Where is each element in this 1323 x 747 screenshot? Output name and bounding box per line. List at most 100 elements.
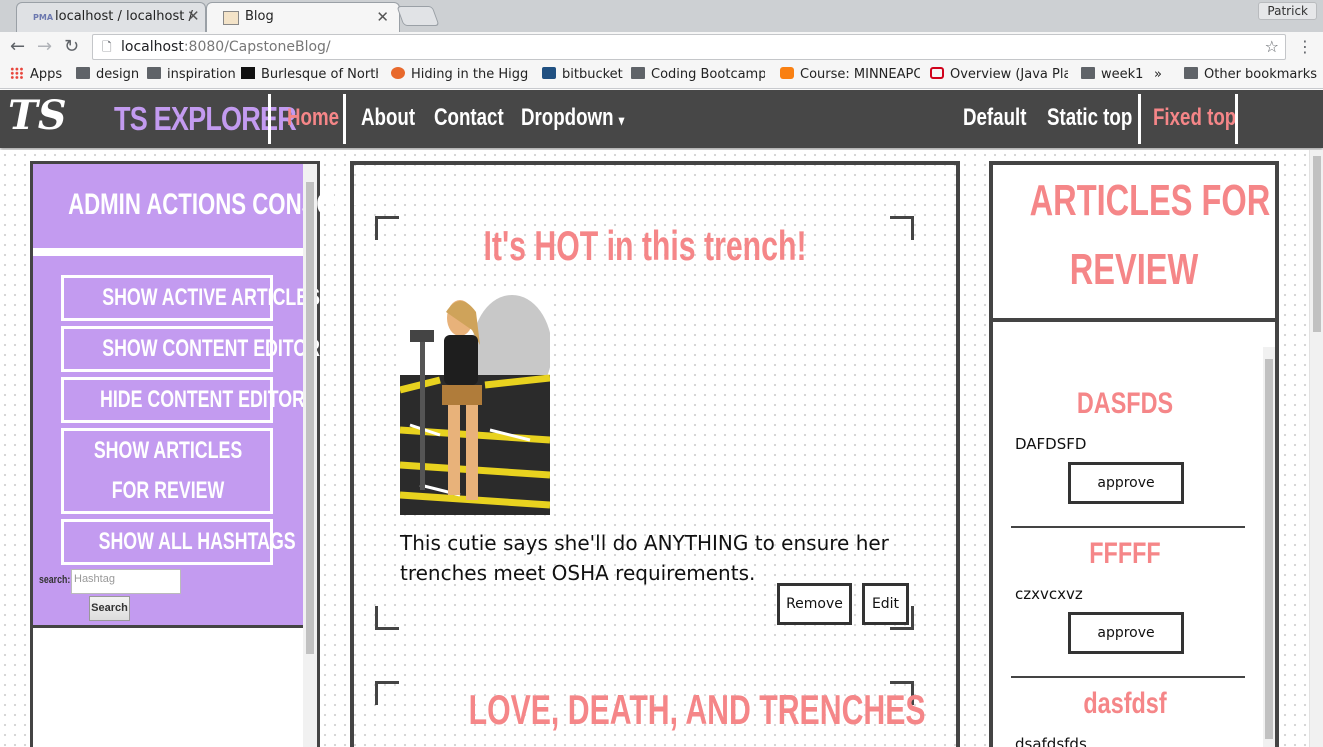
close-tab-icon[interactable]: ✕ [376,8,389,26]
bookmark-label: Hiding in the Higgs [411,67,529,82]
page-scrollbar[interactable] [1309,150,1323,747]
folder-icon [631,67,645,79]
folder-icon [1184,67,1198,79]
review-title-line2: REVIEW [1069,245,1199,294]
bookmark-label: Course: MINNEAPO [800,67,920,82]
admin-header: ADMIN ACTIONS CONSOLE [33,164,362,252]
show-content-editor-button[interactable]: SHOW CONTENT EDITOR [61,326,320,372]
bookmark-label: Coding Bootcamp: I [651,67,765,82]
bookmark-apps[interactable]: Apps [10,67,62,82]
article-title: It's HOT in this trench! [483,222,807,269]
scrollbar-thumb[interactable] [306,182,314,654]
bookmark-java-overview[interactable]: Overview (Java Pla [930,67,1068,82]
review-item-title: FFFFF [1089,537,1161,570]
bookmark-label: week1 [1101,67,1144,82]
nav-home[interactable]: Home [287,104,339,132]
caret-down-icon: ▾ [618,112,625,128]
review-item-title: DASFDS [1076,387,1174,420]
apps-grid-icon [10,67,24,79]
bookmark-label: design [96,67,140,82]
other-bookmarks[interactable]: Other bookmarks [1184,67,1317,82]
folder-icon [147,67,161,79]
bookmark-inspiration[interactable]: inspiration [147,67,236,82]
close-tab-icon[interactable]: ✕ [187,7,200,25]
tab-blog[interactable]: Blog ✕ [206,2,400,32]
review-item-title: dasfdsf [1083,687,1167,720]
oracle-icon [930,67,944,79]
nav-fixed-top[interactable]: Fixed top [1153,104,1236,132]
browser-toolbar: ← → ↻ 🗋 localhost:8080/CapstoneBlog/ ☆ ⋮ [0,32,1323,62]
bookmark-coding-bootcamp[interactable]: Coding Bootcamp: I [631,67,765,82]
new-tab-button[interactable] [396,6,440,26]
remove-article-button[interactable]: Remove [777,583,852,625]
bookmark-bitbucket[interactable]: bitbucket [542,67,623,82]
admin-panel-scrollbar[interactable] [303,164,317,747]
hide-content-editor-button[interactable]: HIDE CONTENT EDITOR [61,377,305,423]
approve-button[interactable]: approve [1068,462,1184,504]
button-label: SHOW ALL HASHTAGS [98,528,296,555]
bookmark-week1[interactable]: week1 [1081,67,1143,82]
tab-phpmyadmin[interactable]: PMA localhost / localhost / [16,2,206,32]
browser-menu-icon[interactable]: ⋮ [1297,37,1313,56]
bookmark-label: Apps [30,67,63,82]
button-label: HIDE CONTENT EDITOR [99,386,305,413]
nav-divider [268,94,271,144]
forward-arrow-icon[interactable]: → [37,36,52,57]
frame-corner [375,606,399,630]
nav-dropdown[interactable]: Dropdown ▾ [521,104,624,132]
back-arrow-icon[interactable]: ← [10,36,25,57]
bookmarks-overflow-button[interactable]: » [1154,67,1162,82]
search-button[interactable]: Search [89,596,130,621]
url-host: localhost [121,39,184,55]
show-active-articles-button[interactable]: SHOW ACTIVE ARTICLES [61,275,320,321]
site-favicon-icon [241,67,255,79]
bookmark-label: bitbucket [562,67,623,82]
review-header: ARTICLES FOR REVIEW [993,165,1275,322]
hashtag-search-input[interactable]: Hashtag [71,569,181,594]
nav-contact[interactable]: Contact [434,104,504,132]
reload-icon[interactable]: ↻ [64,36,79,57]
button-label: SHOW CONTENT EDITOR [102,335,320,362]
nav-dropdown-label: Dropdown [521,104,614,131]
review-item-text: DAFDSFD [1015,435,1087,453]
frame-corner [375,681,399,705]
bookmark-label: inspiration [167,67,236,82]
bookmark-star-icon[interactable]: ☆ [1265,35,1279,59]
bookmark-burlesque[interactable]: Burlesque of North [241,67,378,82]
bookmark-design[interactable]: design [76,67,139,82]
frame-corner [375,216,399,240]
article-content: This cutie says she'll do ANYTHING to en… [400,531,889,585]
scrollbar-thumb[interactable] [1313,156,1321,332]
address-bar[interactable]: 🗋 localhost:8080/CapstoneBlog/ ☆ [92,34,1286,60]
review-title-line1: ARTICLES FOR [1029,176,1271,225]
bookmark-course[interactable]: Course: MINNEAPO [780,67,920,82]
show-all-hashtags-button[interactable]: SHOW ALL HASHTAGS [61,519,296,565]
bitbucket-icon [542,67,556,79]
folder-icon [76,67,90,79]
article-title: LOVE, DEATH, AND TRENCHES [468,686,926,733]
tab-title: localhost / localhost / [55,9,193,24]
nav-divider [1235,94,1238,144]
review-scrollbar[interactable] [1263,347,1275,747]
bookmark-higgs[interactable]: Hiding in the Higgs [391,67,529,82]
edit-article-button[interactable]: Edit [862,583,909,625]
show-articles-for-review-button[interactable]: SHOW ARTICLES FOR REVIEW [61,428,273,514]
nav-static-top[interactable]: Static top [1047,104,1132,132]
nav-default[interactable]: Default [963,104,1026,132]
nav-divider [343,94,346,144]
article-image [400,290,550,515]
bookmarks-bar: Apps design inspiration Burlesque of Nor… [0,62,1323,89]
profile-button[interactable]: Patrick [1258,2,1317,20]
review-item-text: czxvcxvz [1015,585,1083,603]
search-label: search: [39,574,71,586]
site-logo[interactable]: TS [8,92,67,139]
site-navbar: TS TS EXPLORER Home About Contact Dropdo… [0,90,1323,148]
scrollbar-thumb[interactable] [1265,359,1273,739]
review-divider [1011,526,1245,528]
nav-divider [1138,94,1141,144]
bookmark-label: Overview (Java Pla [950,67,1068,82]
nav-about[interactable]: About [361,104,415,132]
approve-button[interactable]: approve [1068,612,1184,654]
page-info-icon[interactable]: 🗋 [102,35,112,59]
bookmark-label: Other bookmarks [1204,67,1318,82]
